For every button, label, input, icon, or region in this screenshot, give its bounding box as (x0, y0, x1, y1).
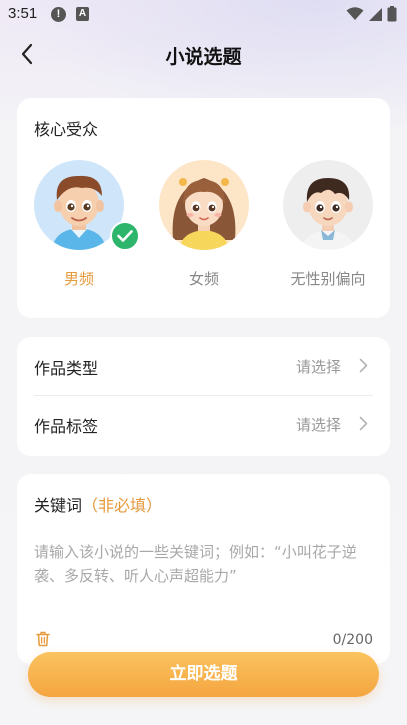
audience-card: 核心受众 男频 女频 无性别偏向 (17, 98, 390, 318)
audience-option-neutral[interactable]: 无性别偏向 (281, 160, 375, 289)
audience-option-label: 女频 (188, 270, 219, 288)
signal-icon (368, 7, 383, 22)
work-type-row[interactable]: 作品类型 请选择 (17, 337, 390, 395)
audience-title: 核心受众 (34, 120, 99, 139)
wifi-icon (346, 7, 364, 21)
work-type-label: 作品类型 (34, 359, 99, 378)
keyword-title: 关键词（非必填） (34, 492, 162, 516)
clear-button[interactable] (36, 631, 50, 651)
chevron-right-icon (359, 358, 368, 373)
audience-option-male[interactable]: 男频 (33, 160, 140, 289)
battery-icon (387, 6, 397, 22)
work-tags-row[interactable]: 作品标签 请选择 (17, 395, 390, 453)
status-time: 3:51 (8, 5, 38, 22)
chevron-right-icon (359, 416, 368, 431)
keyword-title-text: 关键词 (34, 496, 83, 515)
work-tags-label: 作品标签 (34, 417, 99, 436)
keyword-card: 关键词（非必填） 0/200 (17, 474, 390, 664)
child-avatar (283, 160, 373, 250)
selected-check-icon (110, 221, 140, 251)
status-icons (346, 6, 397, 22)
work-info-card: 作品类型 请选择 作品标签 请选择 (17, 337, 390, 456)
char-count: 0/200 (332, 632, 373, 648)
optional-hint: （非必填） (82, 496, 163, 515)
audience-option-female[interactable]: 女频 (158, 160, 250, 289)
page-title: 小说选题 (165, 46, 242, 68)
audience-option-label: 男频 (63, 270, 94, 288)
trash-icon (36, 631, 50, 647)
alert-icon: ! (51, 7, 66, 22)
status-bar: 3:51 ! A (0, 0, 407, 30)
header: 小说选题 (0, 34, 407, 74)
girl-avatar (159, 160, 249, 250)
work-tags-value: 请选择 (295, 416, 341, 434)
submit-button[interactable]: 立即选题 (28, 652, 379, 697)
audience-option-label: 无性别偏向 (290, 270, 366, 288)
a-badge-icon: A (76, 7, 89, 21)
work-type-value: 请选择 (295, 358, 341, 376)
keyword-input[interactable] (34, 540, 374, 600)
